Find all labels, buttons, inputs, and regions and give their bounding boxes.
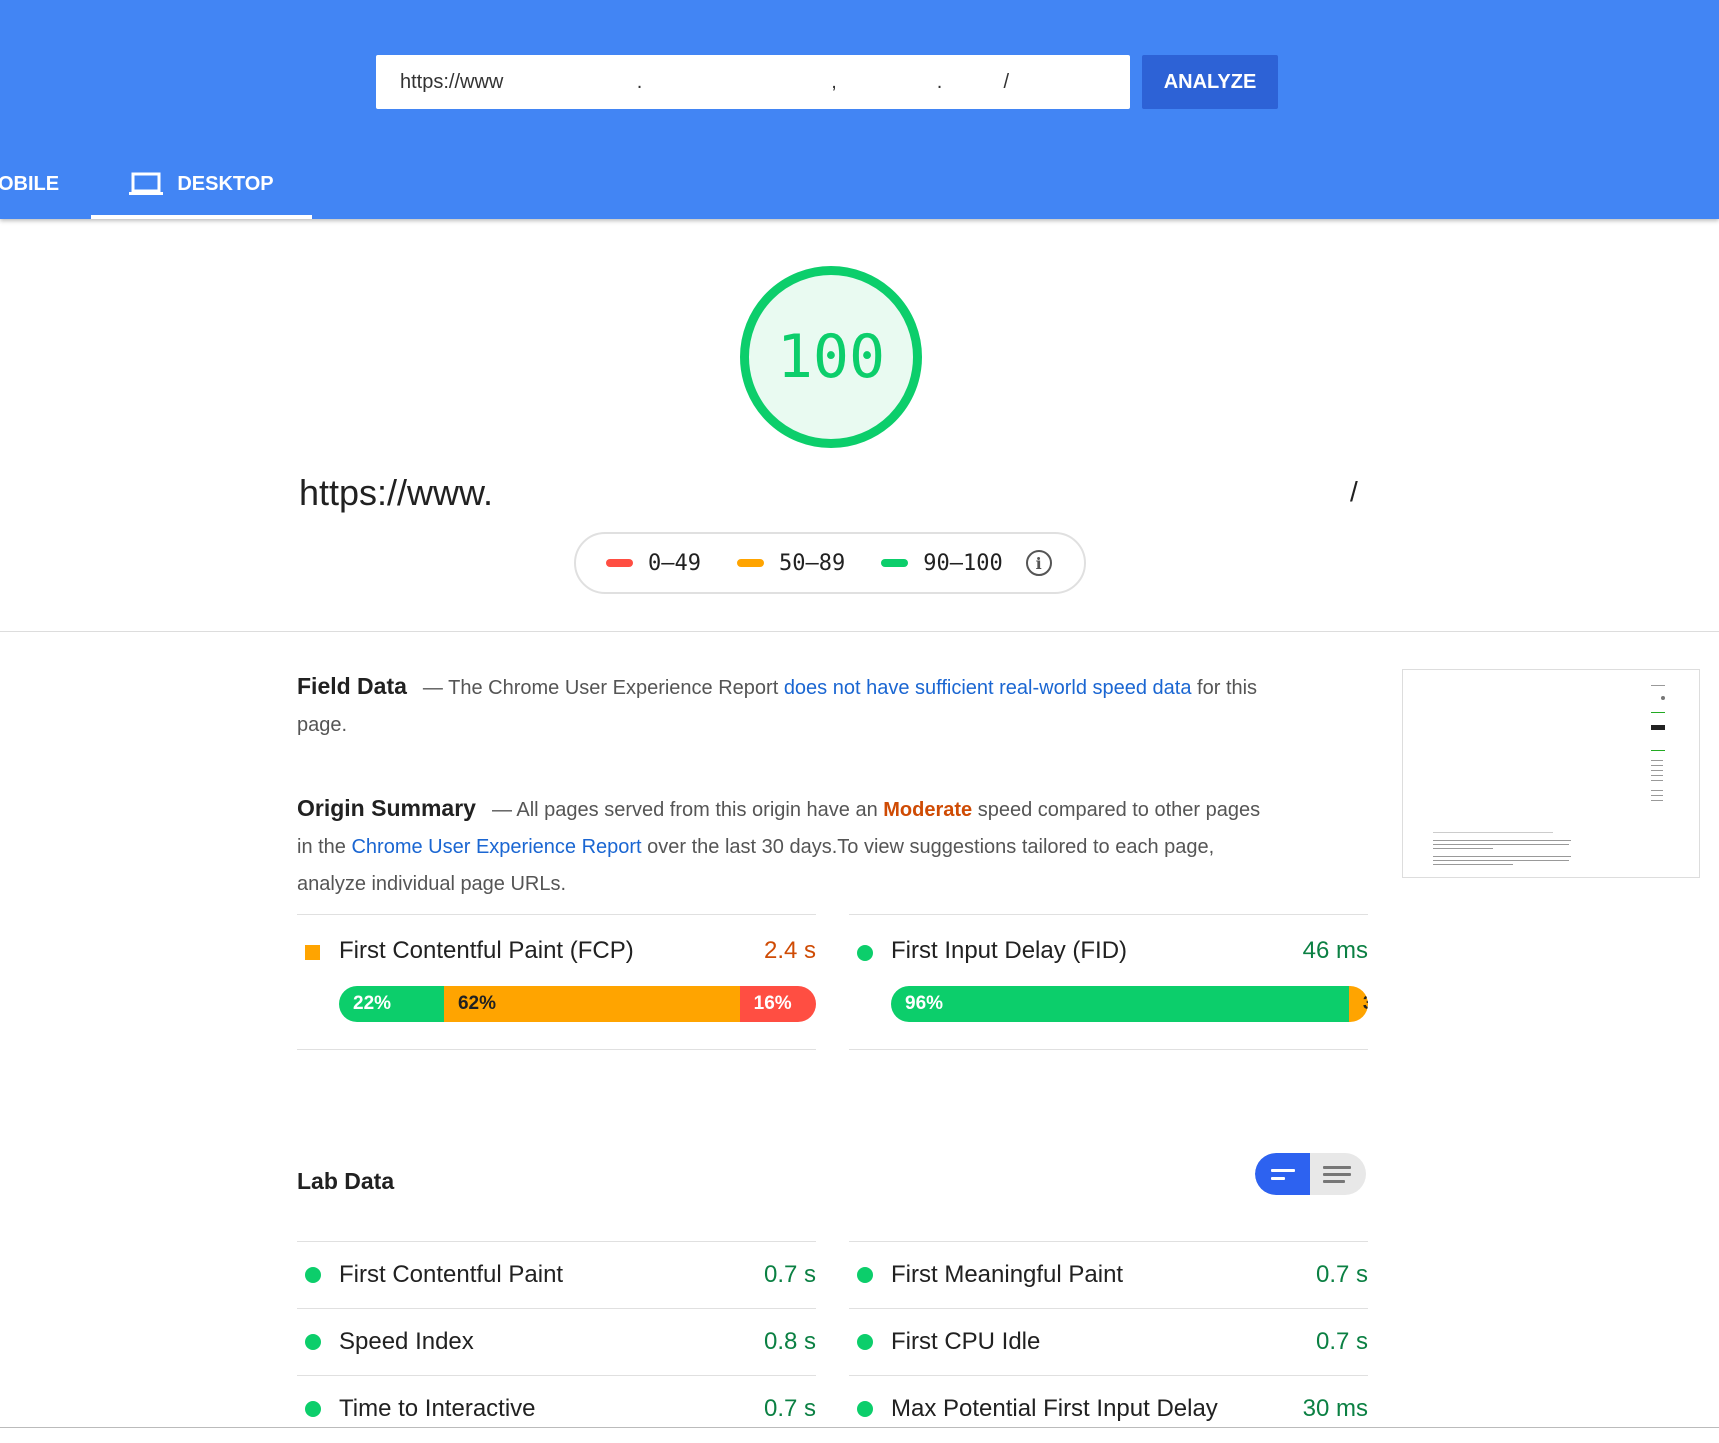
distribution-bar: 22% 62% 16% (339, 986, 816, 1022)
distribution-fast: 96% (891, 986, 1349, 1022)
page-screenshot-thumbnail (1402, 669, 1700, 878)
analyze-button[interactable]: ANALYZE (1142, 55, 1278, 109)
legend-swatch-good (881, 559, 909, 567)
good-status-icon (857, 945, 873, 961)
url-input[interactable] (376, 55, 1130, 109)
tab-desktop[interactable]: DESKTOP (91, 152, 312, 216)
lab-metric-label: First CPU Idle (891, 1328, 1041, 1355)
origin-summary-section: Origin Summary — All pages served from th… (297, 790, 1277, 903)
lab-metric-row: Max Potential First Input Delay 30 ms (849, 1375, 1368, 1443)
origin-metric-fid: First Input Delay (FID) 46 ms 96% 3% 0% (849, 914, 1368, 1050)
lab-metric-label: Speed Index (339, 1328, 474, 1355)
lab-metric-label: Max Potential First Input Delay (891, 1395, 1218, 1422)
lab-data-heading: Lab Data (297, 1168, 395, 1194)
tab-desktop-label: DESKTOP (177, 172, 274, 195)
field-data-heading: Field Data (297, 673, 407, 699)
lab-metric-value: 0.7 s (1315, 1261, 1368, 1288)
lab-metric-value: 0.7 s (1315, 1328, 1368, 1355)
lab-metric-row: First Contentful Paint 0.7 s (297, 1241, 816, 1309)
good-status-icon (857, 1401, 873, 1417)
legend-swatch-poor (606, 559, 633, 567)
metric-value: 2.4 s (763, 937, 816, 964)
lab-metric-label: Time to Interactive (339, 1395, 536, 1422)
legend-range-poor: 0–49 (648, 550, 701, 576)
average-status-icon (305, 945, 320, 960)
metric-label: First Contentful Paint (FCP) (339, 937, 634, 964)
active-tab-indicator (91, 215, 312, 219)
performance-score-gauge: 100 (740, 266, 922, 448)
legend-swatch-average (736, 559, 764, 567)
good-status-icon (305, 1401, 321, 1417)
view-toggle (1255, 1153, 1366, 1195)
origin-speed-label: Moderate (883, 799, 973, 821)
field-data-link[interactable]: does not have sufficient real-world spee… (784, 677, 1192, 699)
header-bar: ANALYZE OBILE DESKTOP (0, 0, 1719, 219)
list-view-button[interactable] (1310, 1153, 1366, 1195)
bottom-divider (0, 1427, 1719, 1428)
distribution-average: 3% (1348, 986, 1368, 1022)
lab-metric-value: 0.8 s (763, 1328, 816, 1355)
lab-metric-row: First CPU Idle 0.7 s (849, 1308, 1368, 1376)
lab-metric-value: 0.7 s (763, 1261, 816, 1288)
tab-mobile-label: OBILE (0, 172, 60, 195)
analyzed-page-url-suffix: / (1350, 476, 1358, 507)
section-divider (0, 631, 1719, 632)
lab-metric-label: First Contentful Paint (339, 1261, 564, 1288)
good-status-icon (857, 1334, 873, 1350)
score-legend: 0–49 50–89 90–100 i (574, 532, 1086, 594)
distribution-average: 62% (443, 986, 740, 1022)
metric-label: First Input Delay (FID) (891, 937, 1128, 964)
analyzed-page-url: https://www. (299, 472, 494, 513)
lab-metric-value: 0.7 s (763, 1395, 816, 1422)
field-data-section: Field Data — The Chrome User Experience R… (297, 668, 1277, 744)
good-status-icon (857, 1267, 873, 1283)
legend-range-average: 50–89 (778, 550, 846, 576)
legend-item-good: 90–100 (881, 550, 1003, 576)
lab-metric-value: 30 ms (1302, 1395, 1368, 1422)
good-status-icon (305, 1334, 321, 1350)
distribution-slow: 16% (739, 986, 816, 1022)
metric-value: 46 ms (1302, 937, 1368, 964)
distribution-fast: 22% (339, 986, 444, 1022)
origin-summary-heading: Origin Summary (297, 795, 476, 821)
legend-range-good: 90–100 (923, 550, 1003, 576)
performance-score-value: 100 (776, 322, 886, 392)
distribution-bar: 96% 3% 0% (891, 986, 1368, 1022)
lab-metric-row: Speed Index 0.8 s (297, 1308, 816, 1376)
field-data-text: — The Chrome User Experience Report (422, 677, 784, 699)
lab-metric-label: First Meaningful Paint (891, 1261, 1124, 1288)
crux-report-link[interactable]: Chrome User Experience Report (351, 836, 641, 858)
legend-item-poor: 0–49 (606, 551, 701, 576)
good-status-icon (305, 1267, 321, 1283)
lab-metric-row: First Meaningful Paint 0.7 s (849, 1241, 1368, 1309)
info-icon[interactable]: i (1025, 550, 1052, 576)
tab-mobile[interactable]: OBILE (0, 152, 59, 216)
expanded-view-button[interactable] (1255, 1153, 1310, 1195)
legend-item-average: 50–89 (736, 550, 846, 576)
lab-metric-row: Time to Interactive 0.7 s (297, 1375, 816, 1443)
origin-summary-text-1: — All pages served from this origin have… (491, 799, 884, 821)
laptop-icon (129, 172, 164, 196)
origin-metric-fcp: First Contentful Paint (FCP) 2.4 s 22% 6… (297, 914, 816, 1050)
